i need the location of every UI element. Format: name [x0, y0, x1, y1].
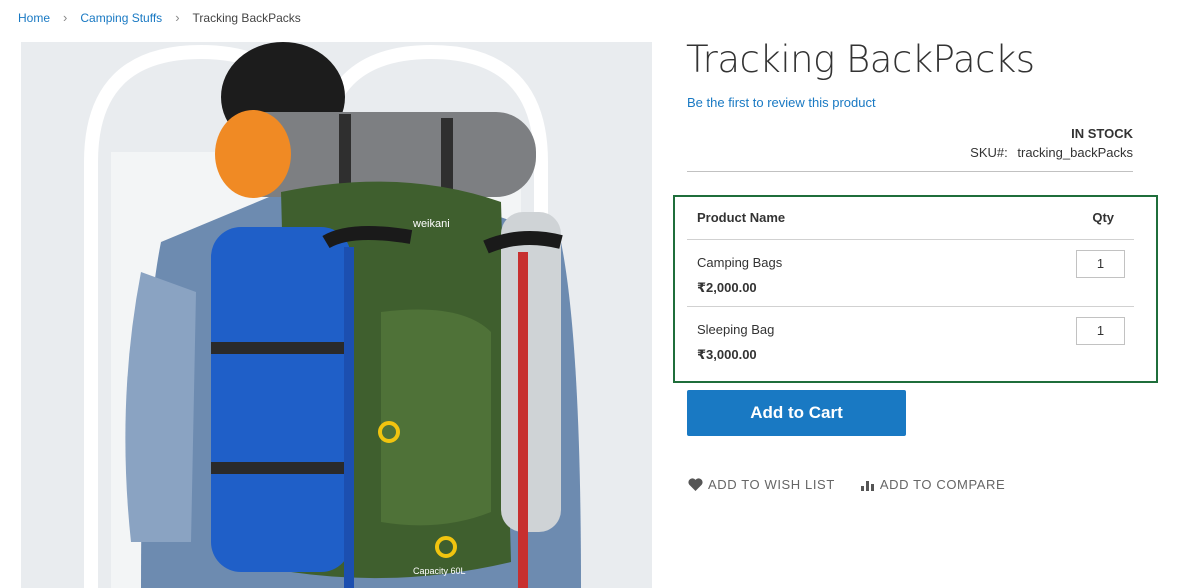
product-price: ₹3,000.00 — [697, 346, 757, 362]
qty-input[interactable] — [1076, 316, 1125, 345]
grouped-product-table: Product Name Qty Camping Bags ₹2,000.00 … — [673, 195, 1158, 383]
backpack-capacity-text: Capacity 60L — [413, 566, 466, 576]
sku-label: SKU#: — [970, 145, 1008, 160]
add-to-wishlist-label: ADD TO WISH LIST — [708, 477, 835, 492]
breadcrumb-separator: › — [175, 10, 180, 25]
backpack-brand-text: weikani — [412, 218, 450, 230]
product-name: Camping Bags — [697, 254, 783, 270]
grouped-table: Product Name Qty Camping Bags ₹2,000.00 … — [687, 197, 1134, 373]
breadcrumb-home-link[interactable]: Home — [18, 11, 50, 25]
add-to-wishlist-link[interactable]: ADD TO WISH LIST — [688, 477, 835, 492]
breadcrumb: Home › Camping Stuffs › Tracking BackPac… — [18, 10, 301, 25]
breadcrumb-separator: › — [63, 10, 68, 25]
breadcrumb-category-link[interactable]: Camping Stuffs — [80, 11, 162, 25]
backpack-photo: weikani Capacity 60L — [21, 42, 652, 588]
divider — [687, 171, 1133, 172]
review-link[interactable]: Be the first to review this product — [687, 95, 876, 110]
table-row: Sleeping Bag ₹3,000.00 — [687, 306, 1134, 373]
product-image[interactable]: weikani Capacity 60L — [21, 42, 652, 588]
table-header-row: Product Name Qty — [687, 197, 1134, 240]
stock-status: IN STOCK — [1071, 126, 1133, 141]
breadcrumb-current: Tracking BackPacks — [192, 10, 301, 25]
add-to-compare-label: ADD TO COMPARE — [879, 477, 1006, 492]
table-row: Camping Bags ₹2,000.00 — [687, 239, 1134, 307]
sku-value: tracking_backPacks — [1017, 145, 1133, 160]
product-actions: ADD TO WISH LIST ADD TO COMPARE — [688, 477, 1031, 492]
product-name-header: Product Name — [687, 197, 952, 240]
qty-input[interactable] — [1076, 249, 1125, 278]
add-to-cart-button[interactable]: Add to Cart — [687, 390, 906, 436]
bar-chart-icon — [860, 480, 874, 491]
sku: SKU#: tracking_backPacks — [970, 145, 1133, 160]
page-title: Tracking BackPacks — [686, 38, 1035, 81]
product-name: Sleeping Bag — [697, 321, 775, 337]
qty-header: Qty — [951, 197, 1134, 240]
heart-icon — [688, 478, 703, 491]
add-to-compare-link[interactable]: ADD TO COMPARE — [860, 477, 1006, 492]
product-price: ₹2,000.00 — [697, 279, 757, 295]
